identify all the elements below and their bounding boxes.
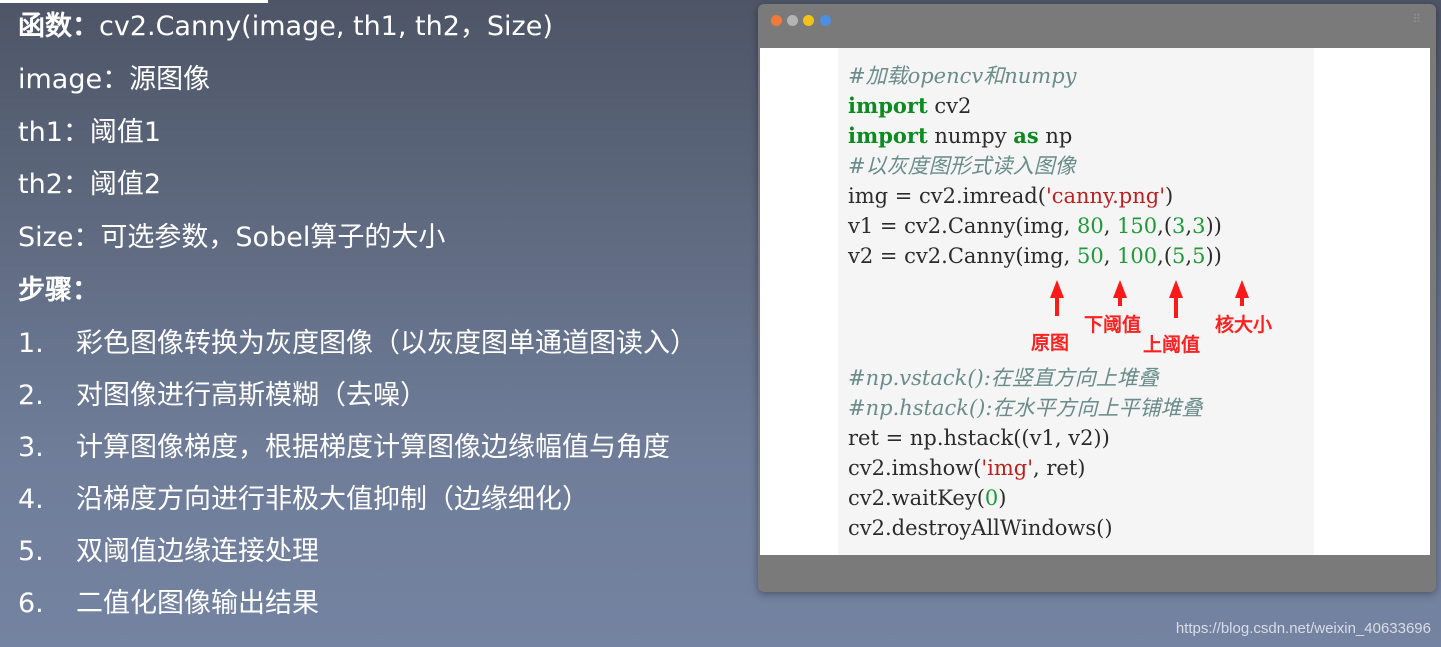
- slide-text-panel: 函数：cv2.Canny(image, th1, th2，Size) image…: [0, 0, 750, 647]
- arrow-shaft: [1055, 296, 1059, 316]
- code-line-6: v1 = cv2.Canny(img, 80, 150,(3,3)): [848, 214, 1222, 238]
- param-size: Size：可选参数，Sobel算子的大小: [18, 222, 446, 253]
- arrow-shaft: [1240, 296, 1244, 306]
- steps-title: 步骤：: [18, 275, 99, 306]
- window-dot-blue-icon: [820, 15, 831, 26]
- arrow-shaft: [1118, 296, 1122, 306]
- watermark: https://blog.csdn.net/weixin_40633696: [1175, 620, 1431, 637]
- step-item: 6. 二值化图像输出结果: [18, 588, 319, 619]
- code-line-3: import numpy as np: [848, 123, 1073, 148]
- step-item: 4. 沿梯度方向进行非极大值抑制（边缘细化）: [18, 484, 589, 515]
- annotation-kernel-size: 核大小: [1215, 314, 1273, 336]
- window-dot-yellow-icon: [803, 15, 814, 26]
- step-item: 2. 对图像进行高斯模糊（去噪）: [18, 380, 427, 411]
- code-line-1: #加载opencv和numpy: [848, 64, 1077, 88]
- code-line-13: cv2.destroyAllWindows(): [848, 516, 1113, 540]
- function-line: 函数：cv2.Canny(image, th1, th2，Size): [18, 10, 553, 44]
- param-th1: th1：阈值1: [18, 117, 162, 148]
- step-item: 3. 计算图像梯度，根据梯度计算图像边缘幅值与角度: [18, 432, 670, 463]
- annotation-low-threshold: 下阈值: [1084, 314, 1142, 336]
- code-line-10: ret = np.hstack((v1, v2)): [848, 426, 1110, 450]
- annotation-high-threshold: 上阈值: [1143, 334, 1201, 356]
- grip-icon: ⠿: [1412, 12, 1422, 26]
- param-image: image：源图像: [18, 64, 211, 95]
- code-line-7: v2 = cv2.Canny(img, 50, 100,(5,5)): [848, 244, 1222, 268]
- window-dot-gray-icon: [787, 15, 798, 26]
- code-line-12: cv2.waitKey(0): [848, 486, 1007, 510]
- code-line-8: #np.vstack():在竖直方向上堆叠: [848, 366, 1159, 390]
- code-line-9: #np.hstack():在水平方向上平铺堆叠: [848, 396, 1203, 420]
- top-rule: [0, 0, 268, 3]
- step-item: 5. 双阈值边缘连接处理: [18, 536, 319, 567]
- annotation-source: 原图: [1031, 332, 1070, 354]
- code-window: ⠿ #加载opencv和numpy import cv2 import nump…: [758, 4, 1436, 592]
- code-page: #加载opencv和numpy import cv2 import numpy …: [760, 48, 1430, 555]
- code-line-5: img = cv2.imread('canny.png'): [848, 184, 1174, 208]
- code-line-2: import cv2: [848, 93, 972, 118]
- window-dot-orange-icon: [771, 15, 782, 26]
- function-label: 函数：: [18, 11, 99, 42]
- step-item: 1. 彩色图像转换为灰度图像（以灰度图单通道图读入）: [18, 328, 697, 359]
- function-signature: cv2.Canny(image, th1, th2，Size): [99, 11, 553, 42]
- arrow-shaft: [1174, 296, 1178, 318]
- code-line-11: cv2.imshow('img', ret): [848, 456, 1086, 480]
- code-line-4: #以灰度图形式读入图像: [848, 154, 1076, 178]
- param-th2: th2：阈值2: [18, 169, 162, 200]
